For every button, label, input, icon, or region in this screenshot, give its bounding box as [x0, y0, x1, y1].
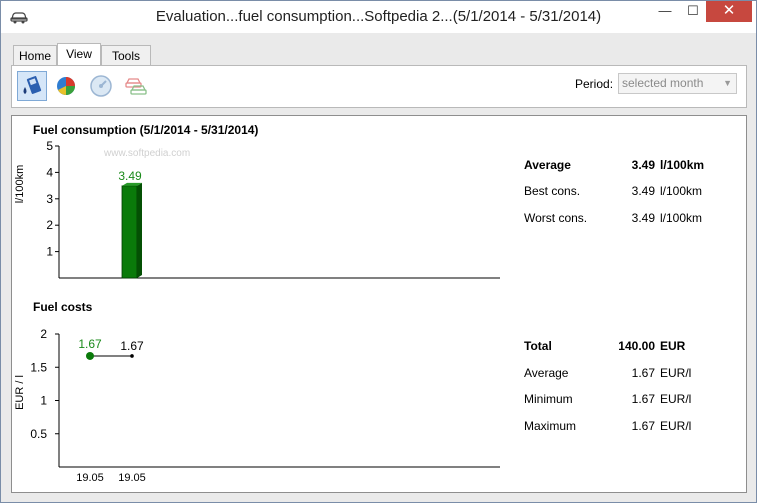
- avg-cost-value: 1.67: [631, 366, 655, 380]
- min-cost-label: Minimum: [524, 392, 573, 406]
- consumption-data-label: 3.49: [118, 169, 142, 183]
- cars-icon: [125, 78, 147, 95]
- speed-button[interactable]: [87, 71, 117, 101]
- total-cost-unit: EUR: [660, 339, 686, 353]
- avg-cost-unit: EUR/l: [660, 366, 692, 380]
- maximize-button[interactable]: ☐: [679, 1, 707, 22]
- title-bar[interactable]: Evaluation...fuel consumption...Softpedi…: [1, 1, 756, 33]
- consumption-chart: 1 2 3 4 5 l/100km 3.49: [14, 139, 500, 279]
- chevron-down-icon: ▼: [723, 78, 732, 88]
- avg-cost-label: Average: [524, 366, 569, 380]
- speedometer-icon: [90, 75, 112, 97]
- y-tick-label: 2: [40, 327, 47, 341]
- y-tick-label: 4: [46, 165, 53, 179]
- costs-chart-title: Fuel costs: [33, 300, 93, 314]
- consumption-chart-title: Fuel consumption (5/1/2014 - 5/31/2014): [33, 123, 259, 137]
- cost-data-label: 1.67: [120, 339, 144, 353]
- cost-data-point: [130, 354, 134, 358]
- min-cost-unit: EUR/l: [660, 392, 692, 406]
- x-tick-label: 19.05: [118, 472, 146, 484]
- fuel-consumption-button[interactable]: [17, 71, 47, 101]
- total-cost-value: 140.00: [618, 339, 655, 353]
- costs-chart: 0.5 1 1.5 2 EUR / l 1.67 19.05 1.67 19.05: [14, 327, 500, 484]
- y-axis-label: EUR / l: [14, 375, 26, 410]
- evaluation-panel: Fuel consumption (5/1/2014 - 5/31/2014) …: [11, 115, 747, 493]
- min-cost-value: 1.67: [631, 392, 655, 406]
- period-label: Period:: [575, 77, 614, 91]
- max-cost-unit: EUR/l: [660, 419, 692, 433]
- app-window: Evaluation...fuel consumption...Softpedi…: [0, 0, 757, 503]
- max-cost-value: 1.67: [631, 419, 655, 433]
- y-tick-label: 0.5: [30, 427, 47, 441]
- vehicles-button[interactable]: [122, 71, 152, 101]
- worst-cons-label: Worst cons.: [524, 211, 588, 225]
- best-cons-label: Best cons.: [524, 184, 581, 198]
- period-select-value: selected month: [622, 76, 704, 90]
- cost-data-point: [86, 351, 94, 360]
- consumption-bar: [121, 185, 138, 279]
- minimize-button[interactable]: —: [651, 1, 679, 22]
- pie-chart-icon: [57, 77, 75, 95]
- close-button[interactable]: ✕: [706, 1, 752, 22]
- max-cost-label: Maximum: [524, 419, 577, 433]
- tab-view[interactable]: View: [57, 43, 101, 66]
- tab-tools[interactable]: Tools: [101, 45, 151, 65]
- avg-cons-label: Average: [524, 158, 571, 172]
- best-cons-value: 3.49: [631, 184, 655, 198]
- costs-chart-button[interactable]: [52, 71, 82, 101]
- y-tick-label: 1.5: [30, 360, 47, 374]
- avg-cons-unit: l/100km: [660, 158, 705, 172]
- y-tick-label: 2: [46, 218, 53, 232]
- period-select[interactable]: selected month ▼: [618, 73, 737, 94]
- y-tick-label: 5: [46, 139, 53, 153]
- avg-cons-value: 3.49: [631, 158, 655, 172]
- worst-cons-unit: l/100km: [660, 211, 703, 225]
- main-area: Home View Tools Period: selected month ▼…: [1, 33, 756, 502]
- y-tick-label: 1: [46, 245, 53, 259]
- window-title: Evaluation...fuel consumption...Softpedi…: [155, 8, 602, 25]
- consumption-bar-side: [137, 182, 142, 278]
- y-tick-label: 1: [40, 394, 47, 408]
- tab-home[interactable]: Home: [13, 45, 57, 65]
- cost-data-label: 1.67: [78, 337, 102, 351]
- y-tick-label: 3: [46, 192, 53, 206]
- y-axis-label: l/100km: [14, 165, 26, 204]
- x-tick-label: 19.05: [76, 472, 104, 484]
- worst-cons-value: 3.49: [631, 211, 655, 225]
- best-cons-unit: l/100km: [660, 184, 703, 198]
- total-cost-label: Total: [524, 339, 552, 353]
- fuel-pump-icon: [23, 76, 42, 94]
- toolbar: Period: selected month ▼: [11, 65, 747, 108]
